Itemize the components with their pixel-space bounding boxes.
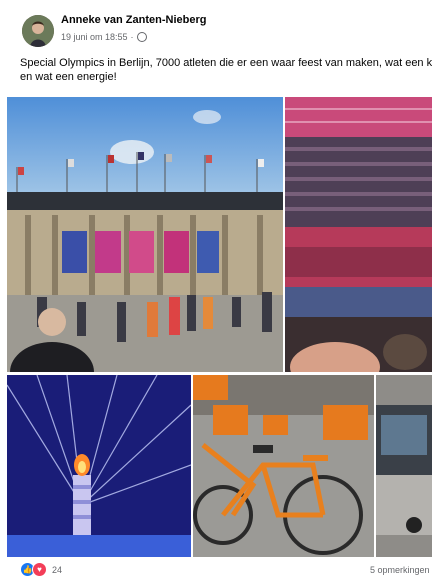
post-meta: 19 juni om 18:55 · (61, 32, 147, 42)
post-text-line: Special Olympics in Berlijn, 7000 atlete… (20, 57, 432, 69)
love-reaction-icon: ♥ (32, 562, 47, 577)
post-footer: 👍 ♥ 24 5 opmerkingen (0, 560, 432, 577)
author-name[interactable]: Anneke van Zanten-Nieberg (61, 14, 206, 26)
reaction-count: 24 (52, 564, 63, 575)
photo-light-show[interactable] (7, 375, 191, 557)
photo-stadium-facade[interactable] (7, 97, 283, 372)
reactions-summary[interactable]: 👍 ♥ 24 (20, 562, 62, 577)
post-text-line: en wat een energie! (20, 71, 117, 83)
photo-orange-bicycles[interactable] (193, 375, 374, 557)
post-text: Special Olympics in Berlijn, 7000 atlete… (20, 56, 432, 84)
post-date[interactable]: 19 juni om 18:55 (61, 32, 128, 42)
globe-icon (136, 32, 147, 42)
photo-bus[interactable] (376, 375, 432, 557)
photo-stadium-stands[interactable] (285, 97, 432, 372)
meta-separator: · (130, 32, 134, 42)
comments-count[interactable]: 5 opmerkingen (370, 565, 430, 575)
avatar[interactable] (22, 15, 54, 47)
post-header: Anneke van Zanten-Nieberg 19 juni om 18:… (0, 0, 432, 95)
